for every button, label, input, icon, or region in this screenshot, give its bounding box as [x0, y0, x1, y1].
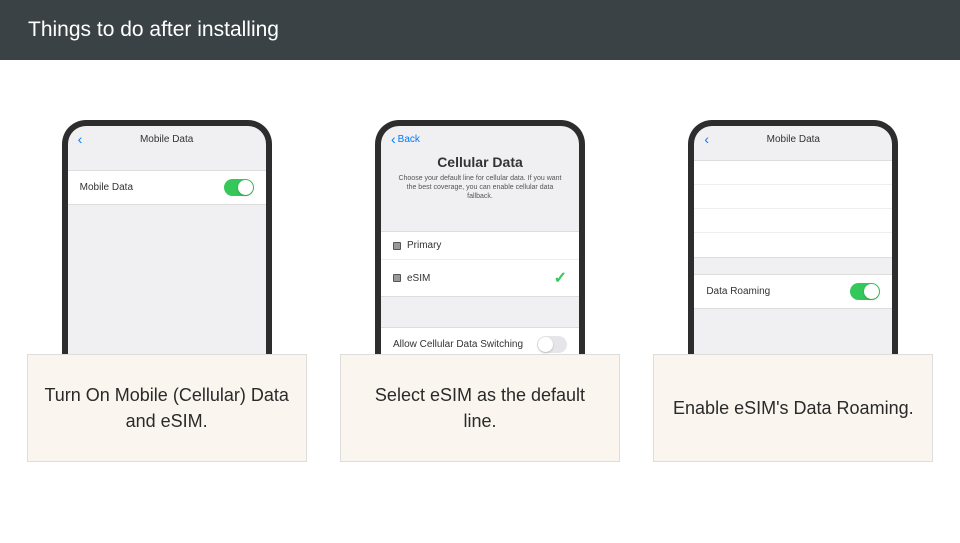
row-mobile-data[interactable]: Mobile Data — [68, 171, 266, 204]
back-icon[interactable]: ‹ — [78, 131, 83, 147]
row-label: Allow Cellular Data Switching — [393, 339, 523, 350]
options-list: Primary eSIM ✓ — [381, 231, 579, 297]
phone-screen: ‹ Mobile Data Mobile Data — [68, 126, 266, 355]
switching-toggle[interactable] — [537, 336, 567, 353]
nav-title: Mobile Data — [140, 134, 193, 145]
page-title: Things to do after installing — [28, 18, 279, 41]
sim-icon — [393, 274, 401, 282]
caption: Select eSIM as the default line. — [340, 354, 620, 462]
phone-screen: ‹ Mobile Data Data Roaming — [694, 126, 892, 355]
option-label: eSIM — [407, 273, 430, 284]
sim-icon — [393, 242, 401, 250]
row-allow-switching[interactable]: Allow Cellular Data Switching — [381, 328, 579, 355]
screen-subtitle: Choose your default line for cellular da… — [381, 174, 579, 211]
phone-frame: ‹Back Cellular Data Choose your default … — [375, 120, 585, 355]
empty-row — [694, 209, 892, 233]
phone-frame: ‹ Mobile Data Mobile Data — [62, 120, 272, 355]
nav-bar: ‹Back — [381, 126, 579, 152]
roaming-list: Data Roaming — [694, 274, 892, 309]
page-header: Things to do after installing — [0, 0, 960, 60]
row-data-roaming[interactable]: Data Roaming — [694, 275, 892, 308]
roaming-toggle[interactable] — [850, 283, 880, 300]
caption: Enable eSIM's Data Roaming. — [653, 354, 933, 462]
empty-list — [694, 160, 892, 258]
back-icon[interactable]: ‹ — [704, 131, 709, 147]
empty-row — [694, 161, 892, 185]
empty-row — [694, 233, 892, 257]
card-default-line: ‹Back Cellular Data Choose your default … — [345, 120, 615, 462]
option-label: Primary — [407, 240, 441, 251]
card-mobile-data: ‹ Mobile Data Mobile Data Turn On Mobile… — [32, 120, 302, 462]
card-data-roaming: ‹ Mobile Data Data Roaming — [658, 120, 928, 462]
mobile-data-toggle[interactable] — [224, 179, 254, 196]
empty-row — [694, 185, 892, 209]
switch-list: Allow Cellular Data Switching — [381, 327, 579, 355]
back-label: Back — [398, 134, 420, 145]
row-label: Mobile Data — [80, 182, 133, 193]
caption: Turn On Mobile (Cellular) Data and eSIM. — [27, 354, 307, 462]
option-esim[interactable]: eSIM ✓ — [381, 260, 579, 296]
nav-title: Mobile Data — [767, 134, 820, 145]
nav-bar: ‹ Mobile Data — [694, 126, 892, 152]
row-label: Data Roaming — [706, 286, 770, 297]
option-primary[interactable]: Primary — [381, 232, 579, 260]
back-button[interactable]: ‹Back — [391, 131, 420, 147]
nav-bar: ‹ Mobile Data — [68, 126, 266, 152]
cards-row: ‹ Mobile Data Mobile Data Turn On Mobile… — [0, 60, 960, 462]
phone-screen: ‹Back Cellular Data Choose your default … — [381, 126, 579, 355]
phone-frame: ‹ Mobile Data Data Roaming — [688, 120, 898, 355]
screen-title: Cellular Data — [381, 154, 579, 170]
checkmark-icon: ✓ — [554, 268, 567, 288]
settings-list: Mobile Data — [68, 170, 266, 205]
